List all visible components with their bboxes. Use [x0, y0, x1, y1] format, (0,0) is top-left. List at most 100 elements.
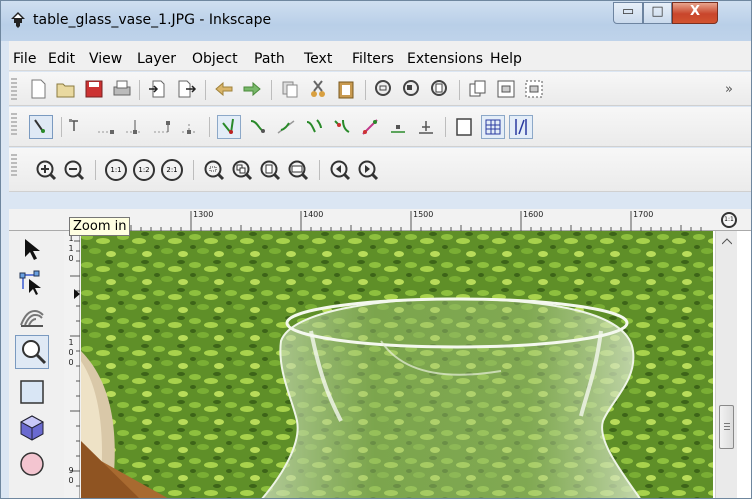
ruler-label: 0 [68, 254, 74, 263]
zoom-out-icon[interactable] [63, 159, 85, 181]
zoom-drawing-icon[interactable] [401, 78, 423, 100]
zoom-fit-page-icon[interactable] [259, 159, 281, 181]
menu-file[interactable]: File [13, 51, 36, 67]
show-outline-icon[interactable] [453, 116, 475, 138]
object-to-path-icon[interactable] [359, 116, 381, 138]
ruler-label: 1500 [413, 210, 434, 219]
menu-bar: File Edit View Layer Object Path Text Fi… [9, 41, 751, 71]
export-icon[interactable] [175, 78, 197, 100]
group-icon[interactable] [495, 78, 517, 100]
separator [271, 80, 272, 100]
zoom-selection-icon[interactable] [373, 78, 395, 100]
ruler-label: 1 [68, 338, 74, 347]
undo-icon[interactable] [213, 78, 235, 100]
paste-icon[interactable] [335, 78, 357, 100]
import-icon[interactable] [147, 78, 169, 100]
delete-node-icon[interactable] [95, 116, 117, 138]
separator [61, 117, 62, 137]
make-line-icon[interactable] [303, 116, 325, 138]
node-select-all-icon[interactable] [29, 115, 53, 139]
inkscape-window: table_glass_vase_1.JPG - Inkscape ▭ □ X … [0, 0, 752, 499]
node-tool-icon[interactable] [17, 267, 47, 297]
save-icon[interactable] [83, 78, 105, 100]
ungroup-icon[interactable] [523, 78, 545, 100]
menu-edit[interactable]: Edit [48, 51, 75, 67]
break-path-icon[interactable] [151, 116, 173, 138]
ruler-label: 1300 [193, 210, 214, 219]
menu-filters[interactable]: Filters [352, 51, 394, 67]
separator [95, 160, 96, 180]
redo-icon[interactable] [241, 78, 263, 100]
zoom-corner-button[interactable]: 1:1 [721, 212, 737, 228]
menu-object[interactable]: Object [192, 51, 238, 67]
separator [209, 117, 210, 137]
make-symmetric-icon[interactable] [247, 116, 269, 138]
open-icon[interactable] [55, 78, 77, 100]
make-corner-icon[interactable] [179, 116, 201, 138]
show-path-effect-icon[interactable] [481, 115, 505, 139]
zoom-next-icon[interactable] [357, 159, 379, 181]
show-transform-handles-icon[interactable] [509, 115, 533, 139]
duplicate-icon[interactable] [467, 78, 489, 100]
zoom-fit-drawing-icon[interactable] [231, 159, 253, 181]
ruler-label: 0 [68, 348, 74, 357]
new-icon[interactable] [27, 78, 49, 100]
make-auto-smooth-icon[interactable] [275, 116, 297, 138]
menu-view[interactable]: View [89, 51, 122, 67]
join-nodes-icon[interactable] [123, 116, 145, 138]
make-smooth-icon[interactable] [217, 115, 241, 139]
cut-icon[interactable] [307, 78, 329, 100]
separator [319, 160, 320, 180]
ellipse-tool-icon[interactable] [17, 449, 47, 479]
copy-icon[interactable] [279, 78, 301, 100]
show-handles-icon[interactable] [415, 116, 437, 138]
make-curve-icon[interactable] [331, 116, 353, 138]
3d-box-tool-icon[interactable] [17, 413, 47, 443]
separator [365, 80, 366, 100]
zoom-1-1-icon[interactable]: 1:1 [105, 159, 127, 181]
ruler-label: 1600 [523, 210, 544, 219]
stroke-to-path-icon[interactable] [387, 116, 409, 138]
rect-tool-icon[interactable] [17, 377, 47, 407]
grip-lines-icon [724, 423, 730, 424]
zoom-1-2-icon[interactable]: 1:2 [133, 159, 155, 181]
maximize-button[interactable]: □ [643, 2, 672, 24]
menu-help[interactable]: Help [490, 51, 522, 67]
scrollbar-thumb[interactable] [719, 405, 734, 449]
canvas-photo-glass-vase[interactable] [81, 231, 713, 498]
close-button[interactable]: X [672, 2, 718, 24]
toolbar-grip[interactable] [11, 78, 17, 100]
menu-text[interactable]: Text [304, 51, 332, 67]
selector-tool-icon[interactable] [17, 235, 47, 265]
close-icon: X [689, 4, 701, 19]
menu-path[interactable]: Path [254, 51, 285, 67]
title-bar[interactable]: table_glass_vase_1.JPG - Inkscape ▭ □ X [1, 1, 751, 41]
photo-image [81, 231, 713, 498]
scroll-up-icon[interactable] [722, 237, 732, 245]
zoom-fit-selection-icon[interactable] [203, 159, 225, 181]
maximize-icon: □ [651, 4, 664, 19]
vertical-scrollbar[interactable] [715, 231, 737, 498]
zoom-fit-width-icon[interactable] [287, 159, 309, 181]
minimize-button[interactable]: ▭ [613, 2, 643, 24]
ruler-label: 0 [68, 476, 74, 485]
zoom-in-icon[interactable] [35, 159, 57, 181]
menu-extensions[interactable]: Extensions [407, 51, 483, 67]
toolbar-overflow-button[interactable]: » [725, 82, 733, 97]
zoom-page-icon[interactable] [429, 78, 451, 100]
zoom-2-1-icon[interactable]: 2:1 [161, 159, 183, 181]
canvas-area: 1300 1400 1500 1600 1700 1:1 1 1 0 1 0 0… [9, 209, 751, 498]
zoom-tool-icon[interactable] [19, 337, 49, 367]
node-tool-controls-bar [9, 107, 751, 147]
zoom-previous-icon[interactable] [329, 159, 351, 181]
ruler-ticks [81, 211, 702, 231]
commands-toolbar: » [9, 72, 751, 106]
insert-node-icon[interactable] [67, 116, 89, 138]
toolbar-grip[interactable] [11, 154, 17, 176]
print-icon[interactable] [111, 78, 133, 100]
ruler-label: 9 [68, 466, 74, 475]
menu-layer[interactable]: Layer [137, 51, 176, 67]
tooltip: Zoom in [69, 217, 131, 236]
tweak-tool-icon[interactable] [17, 301, 47, 331]
toolbar-grip[interactable] [11, 113, 17, 135]
